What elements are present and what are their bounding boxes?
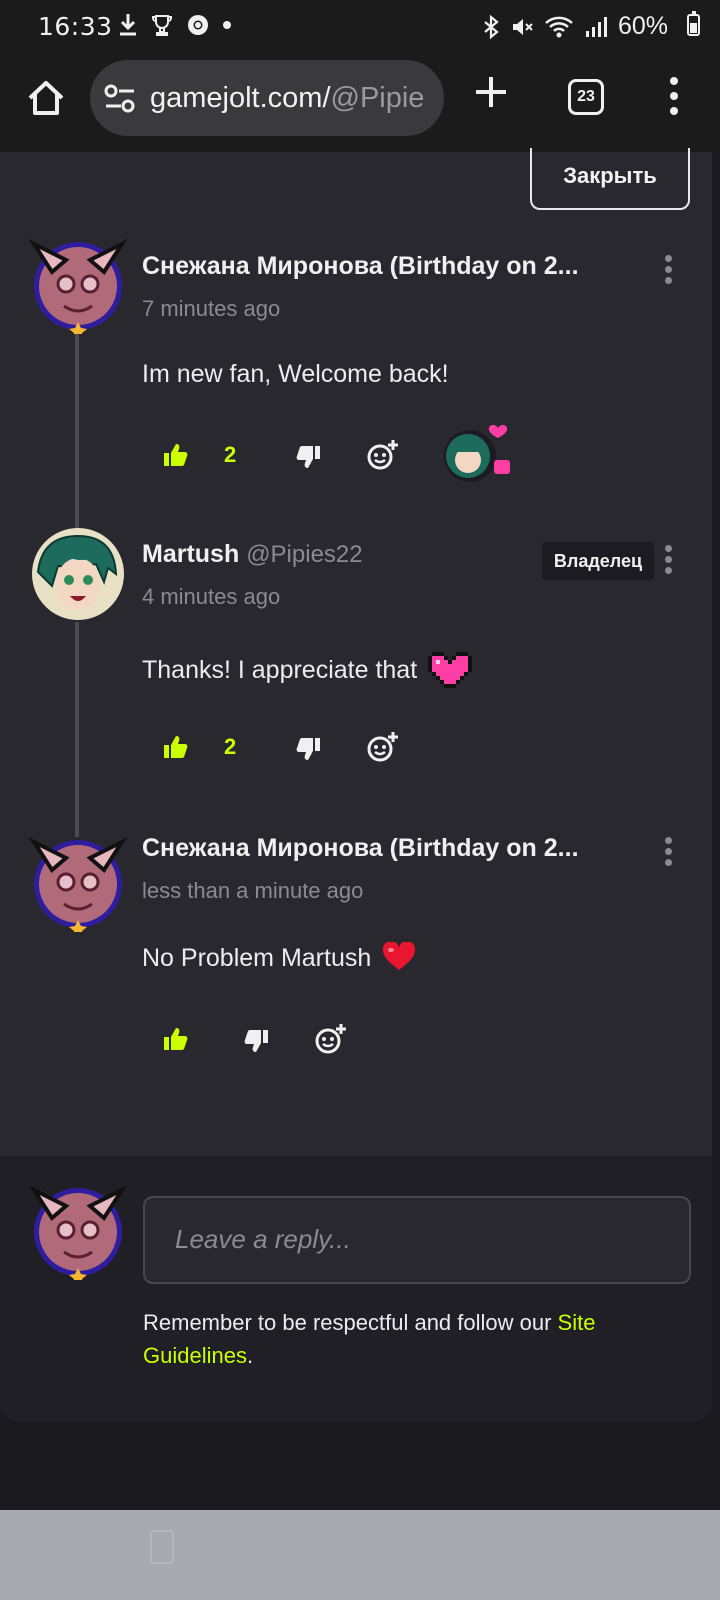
thread-line xyxy=(75,622,79,837)
reply-area: Leave a reply... Remember to be respectf… xyxy=(0,1156,712,1422)
add-reaction-icon[interactable] xyxy=(366,731,400,763)
trophy-icon xyxy=(152,15,172,36)
status-bar: 16:33 60% xyxy=(0,0,720,52)
browser-toolbar: gamejolt.com/@Pipie 23 xyxy=(0,52,720,152)
avatar-snezhana[interactable] xyxy=(28,832,128,932)
thread-line xyxy=(75,334,79,544)
faint-icon xyxy=(150,1530,174,1564)
wifi-icon xyxy=(545,16,573,37)
new-tab-icon[interactable] xyxy=(473,74,509,110)
comment-menu-icon[interactable] xyxy=(662,545,674,577)
comment-author[interactable]: Martush @Pipies22 xyxy=(142,540,542,569)
current-user-avatar[interactable] xyxy=(28,1180,128,1280)
clock: 16:33 xyxy=(38,12,113,41)
comment-thread-panel: Закрыть Снежана Миронова (Birthday on 2.… xyxy=(0,148,712,1422)
comment-time[interactable]: 4 minutes ago xyxy=(142,584,280,610)
home-icon[interactable] xyxy=(26,78,66,118)
bottom-overlay xyxy=(0,1510,720,1600)
comment-author[interactable]: Снежана Миронова (Birthday on 2... xyxy=(142,252,622,281)
address-bar[interactable]: gamejolt.com/@Pipie xyxy=(90,60,444,136)
mute-icon xyxy=(512,18,533,35)
site-settings-icon[interactable] xyxy=(104,84,136,114)
bluetooth-icon xyxy=(484,14,499,39)
pixel-heart-emoji xyxy=(428,652,473,688)
dot-icon xyxy=(223,21,231,29)
comment-menu-icon[interactable] xyxy=(662,837,674,869)
tab-switcher-button[interactable]: 23 xyxy=(568,79,604,115)
like-count: 2 xyxy=(224,442,237,467)
like-icon[interactable] xyxy=(162,442,188,468)
signal-icon xyxy=(585,16,607,37)
url-text[interactable]: gamejolt.com/@Pipie xyxy=(150,82,424,115)
reply-guidelines-note: Remember to be respectful and follow our… xyxy=(143,1310,596,1368)
reply-placeholder: Leave a reply... xyxy=(175,1224,351,1254)
like-icon[interactable] xyxy=(162,734,188,760)
comment-text: Im new fan, Welcome back! xyxy=(142,360,449,388)
comment-author[interactable]: Снежана Миронова (Birthday on 2... xyxy=(142,834,622,863)
scroll-edge xyxy=(712,152,720,1422)
reaction-avatar[interactable] xyxy=(436,422,516,482)
reply-input[interactable]: Leave a reply... xyxy=(143,1196,691,1284)
comment-time[interactable]: less than a minute ago xyxy=(142,878,363,904)
battery-percent: 60% xyxy=(617,12,668,40)
close-button[interactable]: Закрыть xyxy=(530,148,690,210)
red-heart-emoji xyxy=(383,940,416,970)
chrome-icon xyxy=(188,15,208,35)
like-icon[interactable] xyxy=(162,1026,188,1052)
dislike-icon[interactable] xyxy=(244,1028,270,1054)
dislike-icon[interactable] xyxy=(296,736,322,762)
download-icon xyxy=(120,14,136,36)
comment-text: Thanks! I appreciate that xyxy=(142,648,473,688)
add-reaction-icon[interactable] xyxy=(366,439,400,471)
more-menu-icon[interactable] xyxy=(668,76,680,116)
battery-icon xyxy=(687,11,700,36)
avatar-snezhana[interactable] xyxy=(28,234,128,334)
add-reaction-icon[interactable] xyxy=(314,1023,348,1055)
comment-text: No Problem Martush xyxy=(142,940,416,973)
dislike-icon[interactable] xyxy=(296,444,322,470)
like-count: 2 xyxy=(224,734,237,759)
comment-menu-icon[interactable] xyxy=(662,255,674,287)
avatar-martush[interactable] xyxy=(28,524,128,624)
comment-time[interactable]: 7 minutes ago xyxy=(142,296,280,322)
owner-badge: Владелец xyxy=(542,542,654,580)
